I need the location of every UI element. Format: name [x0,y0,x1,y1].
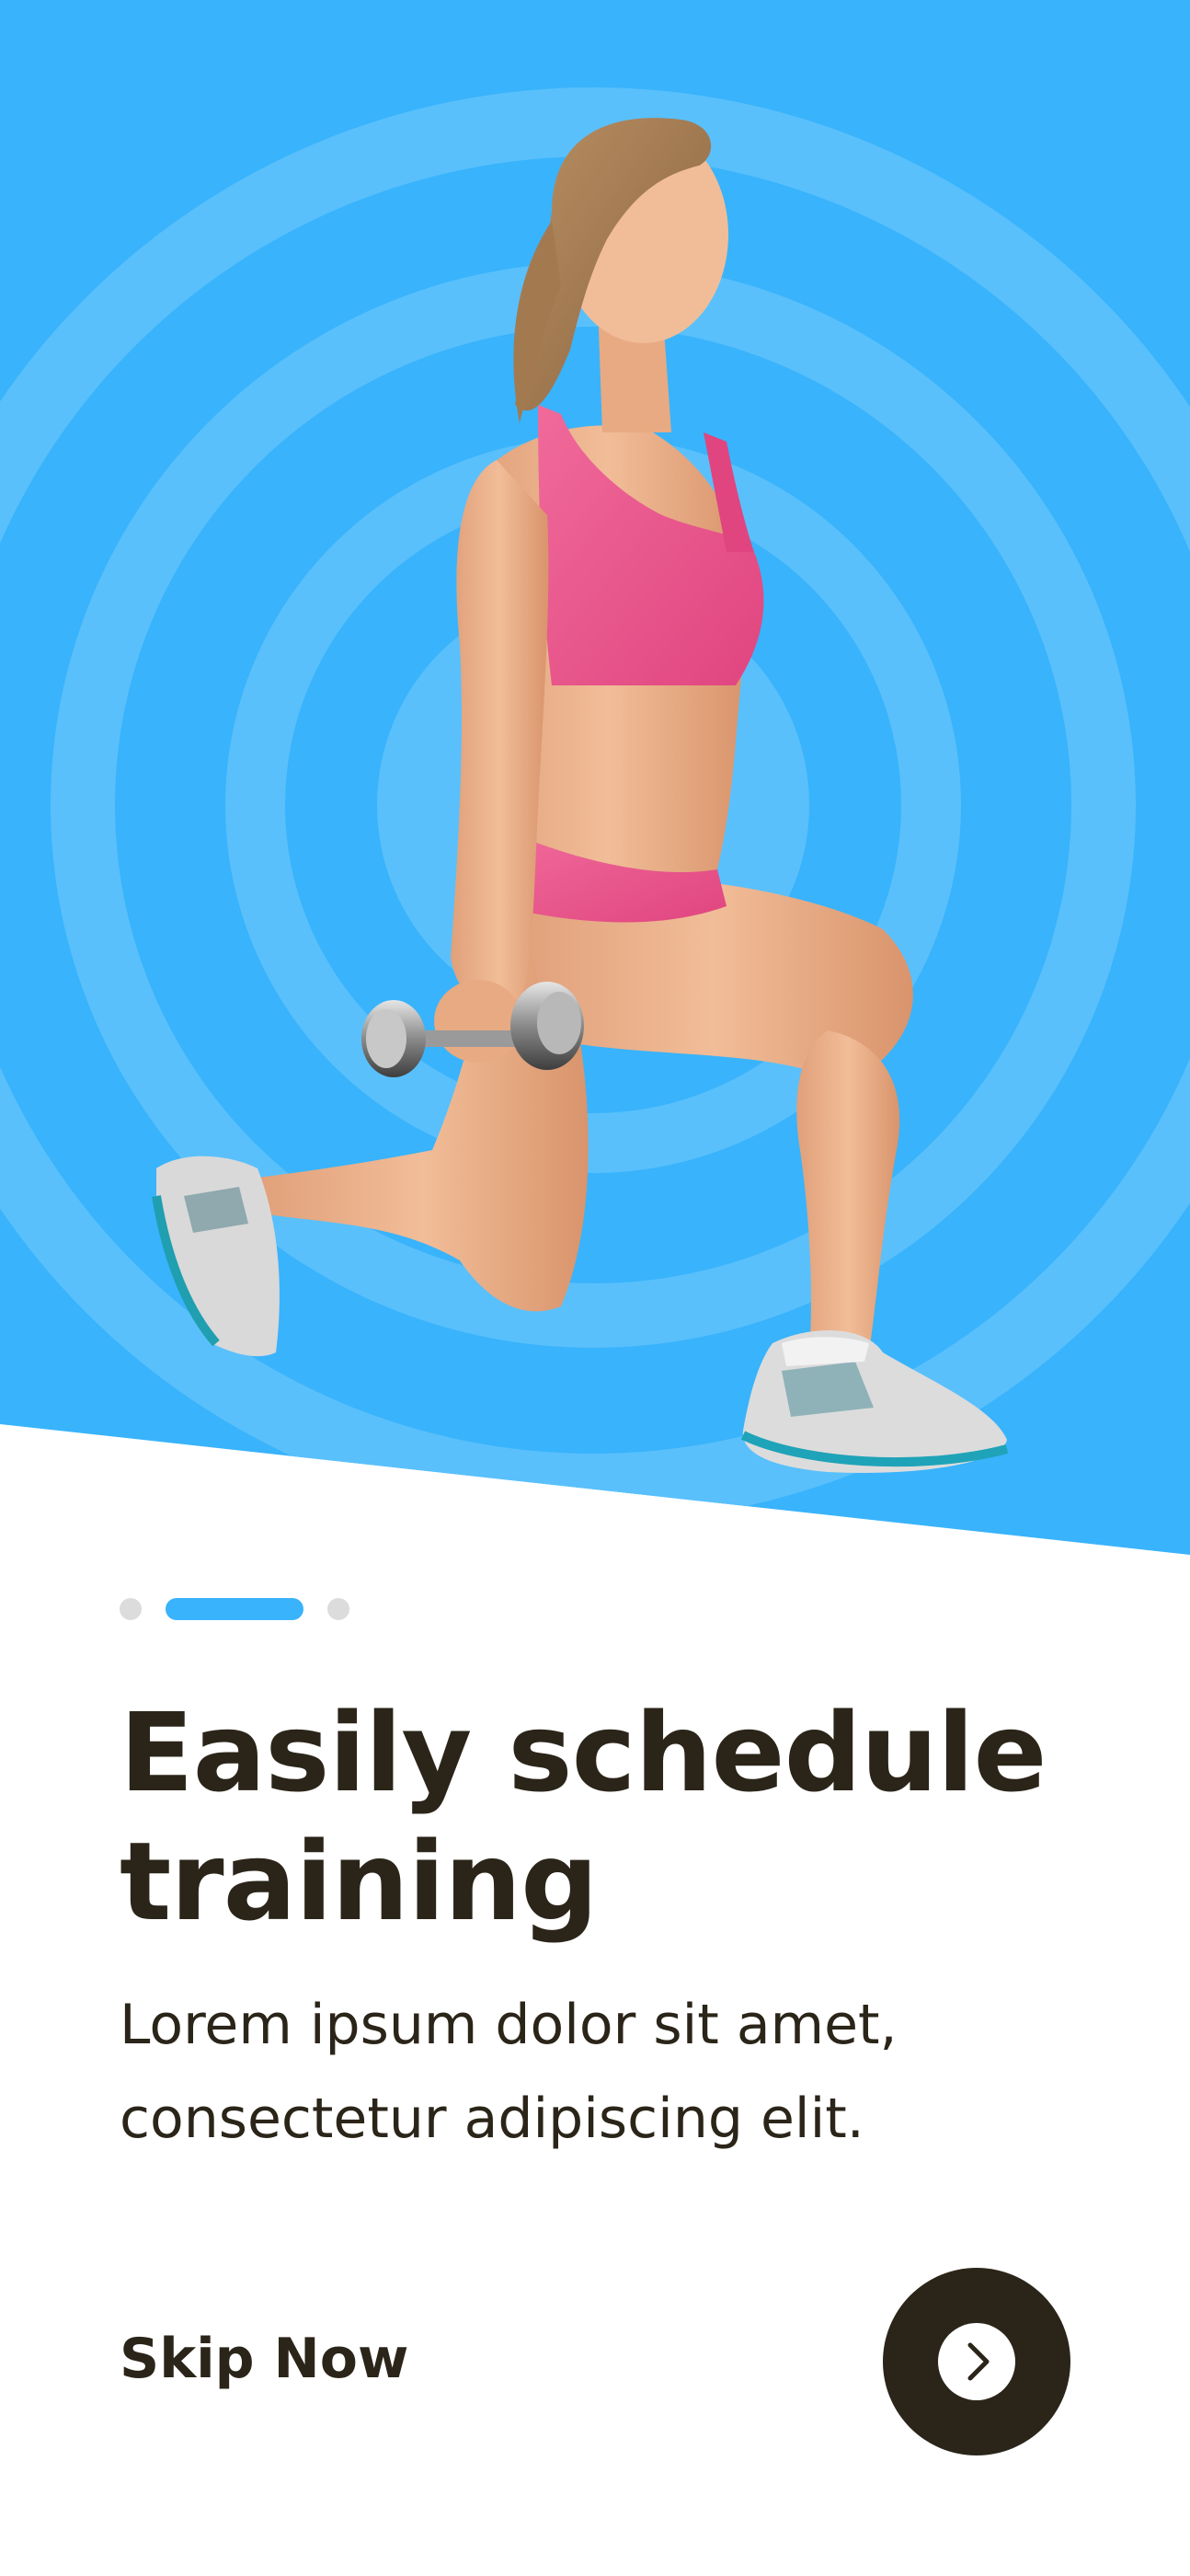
onboarding-screen: Easily schedule training Lorem ipsum dol… [0,0,1190,2576]
page-dot-3[interactable] [327,1598,349,1620]
page-dot-1[interactable] [120,1598,142,1620]
pagination-indicator [120,1597,349,1621]
next-button[interactable] [883,2268,1070,2455]
hero-illustration [0,0,1190,1564]
onboarding-title: Easily schedule training [120,1689,1047,1945]
skip-now-button[interactable]: Skip Now [120,2322,408,2396]
onboarding-subtitle: Lorem ipsum dolor sit amet, consectetur … [120,1993,898,2151]
next-button-inner [938,2323,1015,2400]
page-dot-2-active[interactable] [166,1598,303,1620]
chevron-right-icon [967,2342,990,2381]
